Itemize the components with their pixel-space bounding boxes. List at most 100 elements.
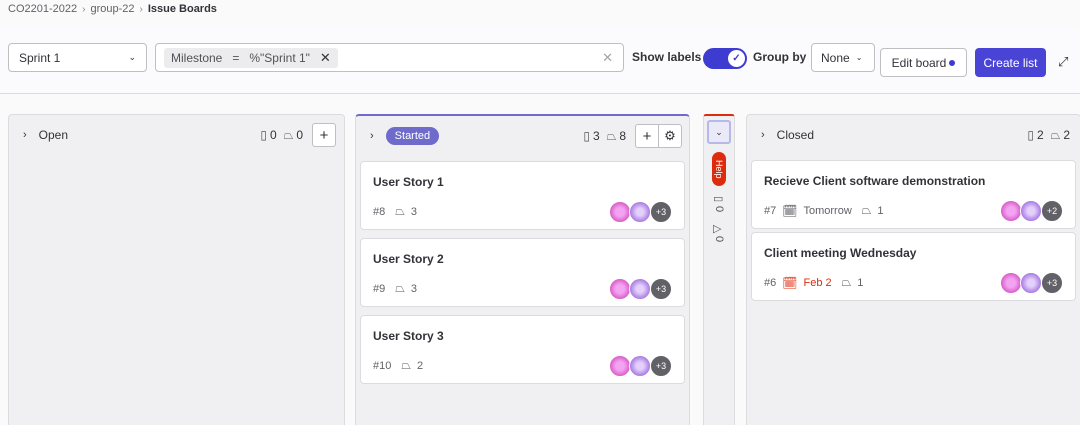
clear-search-icon[interactable]: ✕ [602, 50, 613, 66]
weight-count: 0 [713, 236, 725, 243]
assignees: +2 [1000, 200, 1063, 222]
weight-icon: ⏢ [606, 128, 617, 143]
chevron-right-icon[interactable]: › [23, 129, 27, 141]
issue-meta: #7 🗓 Tomorrow ⏢ 1 [764, 203, 884, 218]
avatar[interactable] [629, 355, 651, 377]
avatar[interactable] [1020, 200, 1042, 222]
check-icon: ✓ [728, 50, 745, 67]
list-counts: ▯ 3 ⏢ 8 + ⚙ [583, 124, 682, 148]
weight-count: 8 [619, 129, 626, 143]
sprint-select[interactable]: Sprint 1 ⌄ [8, 43, 147, 72]
breadcrumb-current[interactable]: Issue Boards [148, 3, 217, 15]
issue-id: #10 [373, 359, 392, 372]
more-assignees-badge[interactable]: +2 [1041, 200, 1063, 222]
more-assignees-badge[interactable]: +3 [1041, 272, 1063, 294]
issue-weight: 1 [877, 204, 884, 217]
list-header: › Closed ▯ 2 ⏢ 2 [747, 115, 1080, 155]
issue-card[interactable]: Client meeting Wednesday #6 🗓 Feb 2 ⏢ 1 … [751, 232, 1076, 301]
issue-id: #8 [373, 205, 386, 218]
avatar[interactable] [609, 201, 631, 223]
issue-card[interactable]: User Story 1 #8 ⏢ 3 +3 [360, 161, 685, 230]
issue-weight: 1 [857, 276, 864, 289]
list-counts: ▯ 0 ⏢ 0 + [260, 123, 336, 147]
avatar[interactable] [1000, 200, 1022, 222]
issue-meta: #8 ⏢ 3 [373, 204, 417, 219]
issue-meta: #9 ⏢ 3 [373, 281, 417, 296]
more-assignees-badge[interactable]: +3 [650, 278, 672, 300]
board-filter-bar: Sprint 1 ⌄ Milestone = %"Sprint 1" ✕ ✕ S… [0, 26, 1080, 94]
assignees: +3 [609, 278, 672, 300]
issue-card[interactable]: Recieve Client software demonstration #7… [751, 160, 1076, 229]
maximize-icon[interactable]: ⤢ [1058, 54, 1068, 70]
issue-count: 0 [713, 206, 725, 213]
avatar[interactable] [609, 355, 631, 377]
more-assignees-badge[interactable]: +3 [650, 201, 672, 223]
chevron-right-icon[interactable]: › [370, 130, 374, 142]
issue-title[interactable]: User Story 3 [373, 329, 672, 343]
help-label-pill[interactable]: Help [712, 152, 726, 186]
assignees: +3 [1000, 272, 1063, 294]
show-labels-toggle[interactable]: ✓ [703, 48, 747, 69]
breadcrumb-project[interactable]: group-22 [90, 3, 134, 15]
issue-id: #6 [764, 276, 777, 289]
chevron-down-icon: ⌄ [855, 53, 863, 62]
token-operator: = [232, 50, 240, 65]
issue-card[interactable]: User Story 3 #10 ⏢ 2 +3 [360, 315, 685, 384]
issue-weight: 3 [410, 282, 417, 295]
issue-weight: 3 [410, 205, 417, 218]
avatar[interactable] [1000, 272, 1022, 294]
gear-icon[interactable]: ⚙ [658, 124, 682, 148]
group-by-select[interactable]: None ⌄ [811, 43, 875, 72]
issue-title[interactable]: User Story 1 [373, 175, 672, 189]
show-labels-label: Show labels [632, 50, 702, 64]
new-issue-button[interactable]: + [312, 123, 336, 147]
issue-weight: 2 [416, 359, 424, 372]
breadcrumb-group[interactable]: CO2201-2022 [8, 3, 77, 15]
weight-count: 2 [1063, 128, 1070, 142]
issue-due-date: Tomorrow [803, 204, 852, 217]
board-list-started: › Started ▯ 3 ⏢ 8 + ⚙ User Story 1 #8 ⏢ … [355, 114, 690, 425]
weight-icon: ⏢ [395, 281, 405, 295]
issue-id: #7 [764, 204, 777, 217]
list-header: › Open ▯ 0 ⏢ 0 + [9, 115, 344, 155]
edit-board-button[interactable]: Edit board [880, 48, 967, 77]
issue-title[interactable]: Client meeting Wednesday [764, 246, 1063, 260]
started-label-pill[interactable]: Started [385, 127, 440, 145]
chevron-right-icon: › [139, 3, 143, 15]
issue-card[interactable]: User Story 2 #9 ⏢ 3 +3 [360, 238, 685, 307]
group-by-value: None [821, 50, 850, 65]
close-icon[interactable]: ✕ [320, 50, 331, 66]
weight-icon: ▷ [713, 223, 722, 235]
more-assignees-badge[interactable]: +3 [650, 355, 672, 377]
notification-dot [949, 59, 956, 66]
milestone-filter-token[interactable]: Milestone = %"Sprint 1" ✕ [164, 47, 338, 68]
create-list-button[interactable]: Create list [975, 48, 1046, 77]
issues-icon: ▯ [583, 129, 591, 143]
issue-id: #9 [373, 282, 386, 295]
issue-title[interactable]: User Story 2 [373, 252, 672, 266]
board-list-closed: › Closed ▯ 2 ⏢ 2 Recieve Client software… [746, 114, 1080, 425]
board-list-help-collapsed: ⌄ Help ▭ 0 ▷ 0 [703, 114, 735, 425]
avatar[interactable] [1020, 272, 1042, 294]
list-counts: ▯ 2 ⏢ 2 [1027, 128, 1070, 143]
weight-icon: ⏢ [401, 358, 411, 372]
list-title: Open [38, 128, 69, 142]
chevron-down-icon[interactable]: ⌄ [707, 120, 731, 144]
issue-meta: #6 🗓 Feb 2 ⏢ 1 [764, 275, 863, 290]
calendar-icon: 🗓 [782, 275, 798, 290]
chevron-right-icon[interactable]: › [761, 129, 765, 141]
weight-count: 0 [296, 128, 303, 142]
new-issue-button[interactable]: + [635, 124, 659, 148]
issue-title[interactable]: Recieve Client software demonstration [764, 174, 1063, 188]
avatar[interactable] [629, 278, 651, 300]
weight-icon: ⏢ [283, 127, 294, 142]
list-header: › Started ▯ 3 ⏢ 8 + ⚙ [356, 116, 689, 156]
issue-due-date: Feb 2 [803, 276, 832, 289]
issues-icon: ▭ [713, 193, 724, 205]
avatar[interactable] [629, 201, 651, 223]
weight-icon: ⏢ [1050, 127, 1061, 142]
filter-search-input[interactable]: Milestone = %"Sprint 1" ✕ ✕ [155, 43, 624, 72]
issue-count: 0 [270, 128, 277, 142]
avatar[interactable] [609, 278, 631, 300]
board-list-open: › Open ▯ 0 ⏢ 0 + [8, 114, 345, 425]
